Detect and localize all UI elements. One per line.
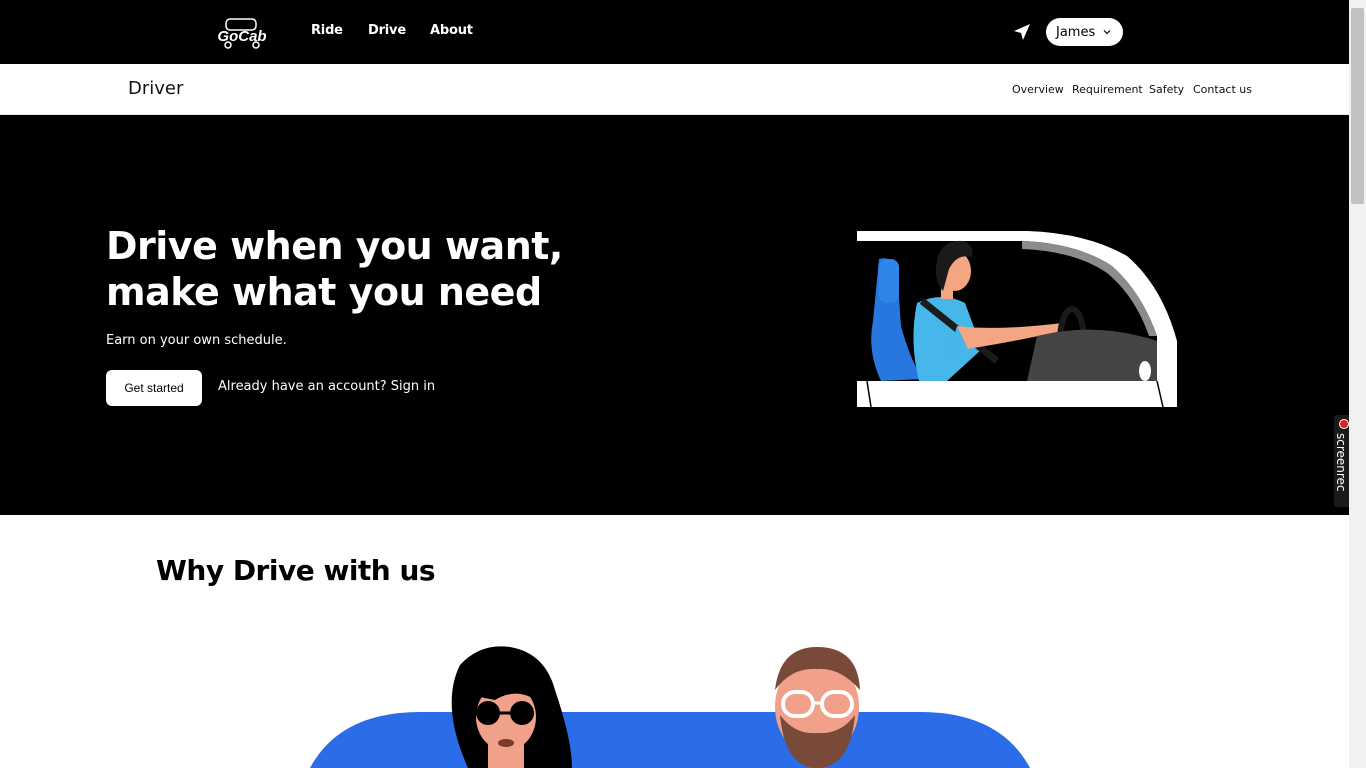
- driver-in-car-illustration: [857, 231, 1177, 407]
- top-navbar: GoCab Ride Drive About James: [0, 0, 1349, 64]
- subnav-title: Driver: [128, 78, 184, 99]
- get-started-button[interactable]: Get started: [106, 370, 202, 406]
- two-people-illustration: [310, 646, 1030, 768]
- hero-section: Drive when you want, make what you need …: [0, 115, 1349, 515]
- gocab-logo[interactable]: GoCab: [212, 16, 272, 50]
- sign-in-link[interactable]: Already have an account? Sign in: [218, 379, 435, 394]
- chevron-down-icon: [1103, 30, 1111, 35]
- subnav-overview[interactable]: Overview: [1012, 83, 1064, 96]
- record-icon: [1339, 419, 1349, 429]
- subnav-contact-us[interactable]: Contact us: [1193, 83, 1252, 96]
- page-scrollbar-thumb[interactable]: [1351, 8, 1364, 204]
- subnav-safety[interactable]: Safety: [1149, 83, 1184, 96]
- navigation-arrow-icon[interactable]: [1012, 22, 1032, 42]
- nav-about[interactable]: About: [430, 23, 473, 38]
- recorder-label: screenrec: [1334, 433, 1348, 492]
- hero-title: Drive when you want, make what you need: [106, 224, 563, 314]
- nav-ride[interactable]: Ride: [311, 23, 343, 38]
- driver-subnav: Driver Overview Requirement Safety Conta…: [0, 64, 1349, 115]
- hero-subtitle: Earn on your own schedule.: [106, 333, 287, 348]
- user-menu-button[interactable]: James: [1046, 18, 1123, 46]
- logo-text: GoCab: [217, 28, 266, 45]
- user-name: James: [1056, 24, 1096, 40]
- why-drive-title: Why Drive with us: [156, 554, 436, 587]
- subnav-requirement[interactable]: Requirement: [1072, 83, 1143, 96]
- nav-drive[interactable]: Drive: [368, 23, 406, 38]
